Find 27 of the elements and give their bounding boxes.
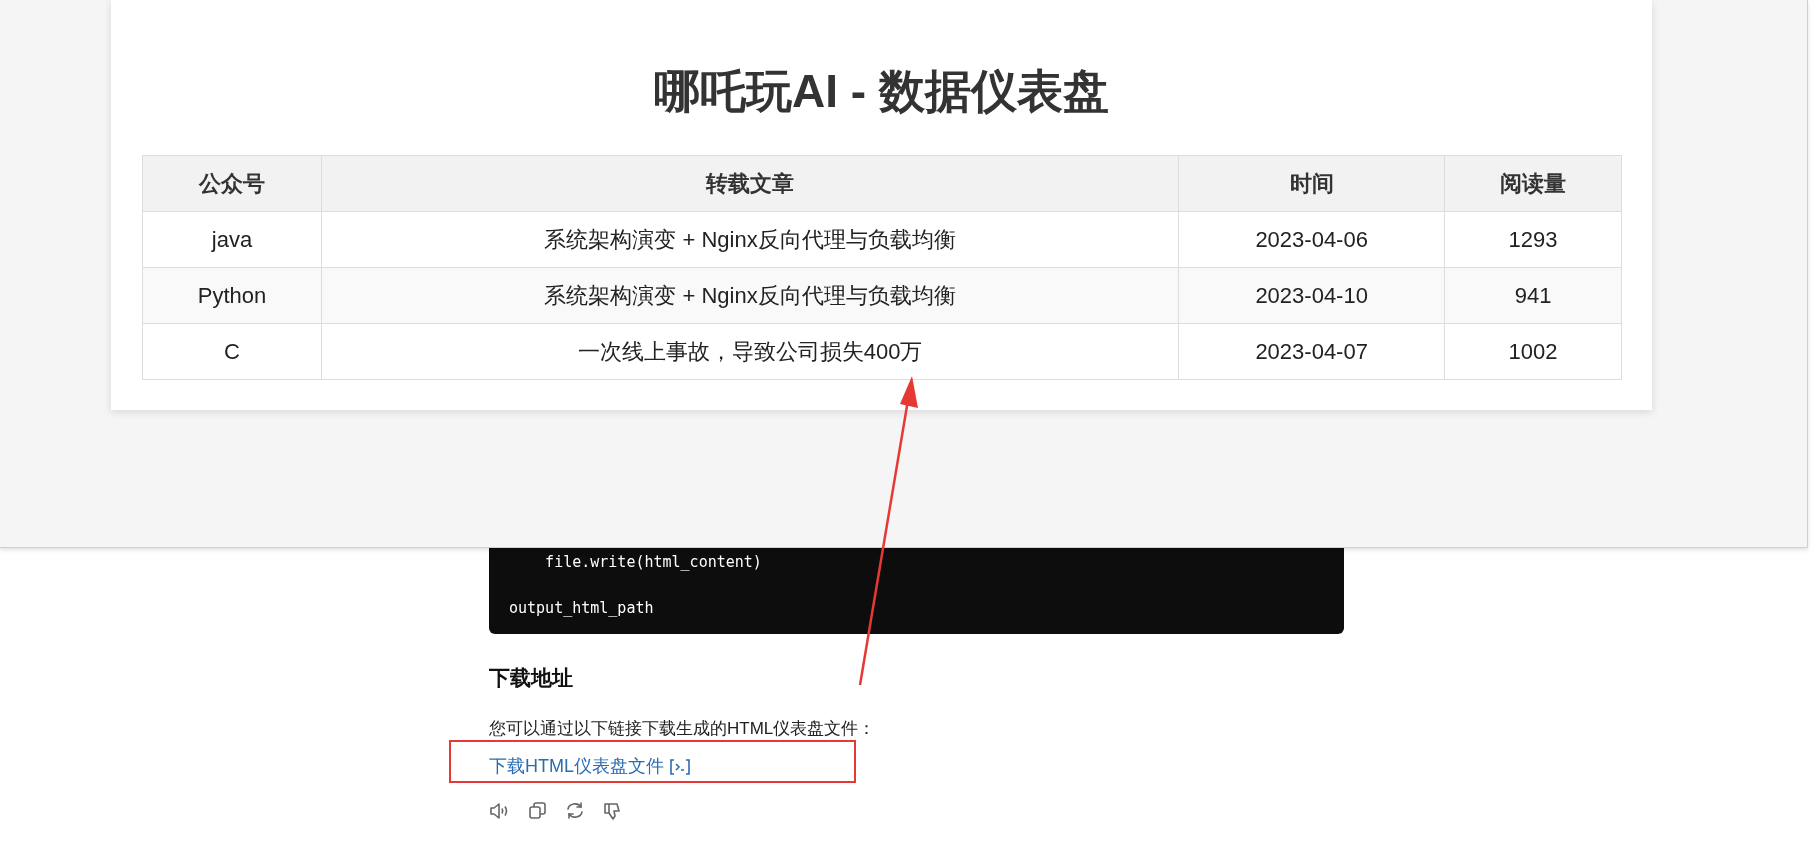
code-line: output_html_path (509, 598, 655, 619)
paragraph: 您可以通过以下链接下载生成的HTML仪表盘文件： (489, 717, 877, 740)
table-cell: 2023-04-06 (1178, 211, 1445, 268)
table-cell: 1293 (1444, 211, 1622, 268)
dashboard-title: 哪吒玩AI - 数据仪表盘 (653, 66, 1110, 117)
column-header: 阅读量 (1444, 155, 1622, 212)
speaker-icon[interactable] (489, 802, 509, 820)
refresh-icon[interactable] (566, 802, 584, 819)
table-cell: C (142, 323, 322, 380)
thumbs-down-icon[interactable] (604, 802, 621, 820)
download-link[interactable]: 下载HTML仪表盘文件 (489, 753, 690, 780)
table-cell: java (142, 211, 322, 268)
terminal-icon (670, 758, 690, 775)
table-cell: 1002 (1444, 323, 1622, 380)
copy-icon[interactable] (529, 802, 546, 819)
code-line: file.write(html_content) (544, 552, 763, 573)
table-cell: 系统架构演变 + Nginx反向代理与负载均衡 (321, 211, 1179, 268)
table-cell: 2023-04-07 (1178, 323, 1445, 380)
column-header: 转载文章 (321, 155, 1179, 212)
column-header: 时间 (1178, 155, 1445, 212)
section-heading: 下载地址 (489, 665, 574, 691)
table-cell: 一次线上事故，导致公司损失400万 (321, 323, 1179, 380)
table-cell: 系统架构演变 + Nginx反向代理与负载均衡 (321, 267, 1179, 324)
table-cell: Python (142, 267, 322, 324)
table-cell: 2023-04-10 (1178, 267, 1445, 324)
table-cell: 941 (1444, 267, 1622, 324)
column-header: 公众号 (142, 155, 322, 212)
